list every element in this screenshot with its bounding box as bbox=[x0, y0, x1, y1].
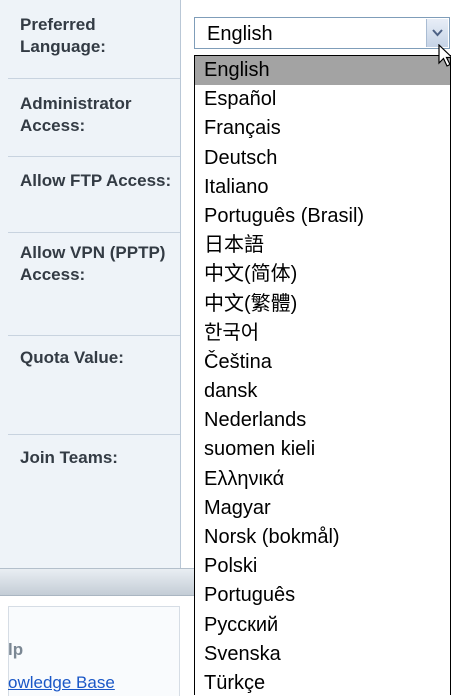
language-option[interactable]: Svenska bbox=[195, 640, 450, 669]
language-option[interactable]: Türkçe bbox=[195, 669, 450, 695]
row-divider bbox=[8, 78, 180, 79]
mouse-cursor-icon bbox=[438, 44, 451, 67]
language-option[interactable]: 中文(简体) bbox=[195, 260, 450, 289]
language-option[interactable]: Čeština bbox=[195, 348, 450, 377]
language-option[interactable]: Português (Brasil) bbox=[195, 202, 450, 231]
label-administrator-access: Administrator Access: bbox=[20, 94, 132, 135]
language-dropdown-list: English Español Français Deutsch Italiano Por… bbox=[194, 55, 451, 695]
language-option[interactable]: Português bbox=[195, 581, 450, 610]
language-option[interactable]: Français bbox=[195, 114, 450, 143]
chevron-down-icon[interactable] bbox=[426, 19, 448, 47]
language-option[interactable]: 中文(繁體) bbox=[195, 290, 450, 319]
label-quota-value: Quota Value: bbox=[20, 348, 124, 367]
row-divider bbox=[8, 156, 180, 157]
language-option[interactable]: dansk bbox=[195, 377, 450, 406]
label-allow-vpn-access: Allow VPN (PPTP) Access: bbox=[20, 243, 166, 284]
language-option[interactable]: 日本語 bbox=[195, 231, 450, 260]
language-option[interactable]: Norsk (bokmål) bbox=[195, 523, 450, 552]
language-select[interactable]: English bbox=[194, 17, 450, 49]
row-divider bbox=[8, 434, 180, 435]
language-select-value: English bbox=[207, 23, 273, 45]
label-join-teams: Join Teams: bbox=[20, 448, 118, 467]
language-option[interactable]: Deutsch bbox=[195, 144, 450, 173]
language-option[interactable]: English bbox=[195, 56, 450, 86]
language-option[interactable]: 한국어 bbox=[195, 319, 450, 348]
help-title: lp bbox=[8, 640, 24, 659]
knowledge-base-link[interactable]: owledge Base bbox=[8, 673, 115, 693]
row-divider bbox=[8, 232, 180, 233]
language-option[interactable]: suomen kieli bbox=[195, 435, 450, 464]
language-option[interactable]: Ελληνικά bbox=[195, 465, 450, 494]
language-option[interactable]: Nederlands bbox=[195, 406, 450, 435]
column-divider bbox=[180, 0, 181, 568]
language-option[interactable]: Magyar bbox=[195, 494, 450, 523]
label-preferred-language: Preferred Language: bbox=[20, 15, 106, 56]
label-allow-ftp-access: Allow FTP Access: bbox=[20, 171, 172, 190]
language-option[interactable]: Italiano bbox=[195, 173, 450, 202]
language-option[interactable]: Polski bbox=[195, 552, 450, 581]
language-option[interactable]: Русский bbox=[195, 611, 450, 640]
language-option[interactable]: Español bbox=[195, 85, 450, 114]
row-divider bbox=[8, 335, 180, 336]
